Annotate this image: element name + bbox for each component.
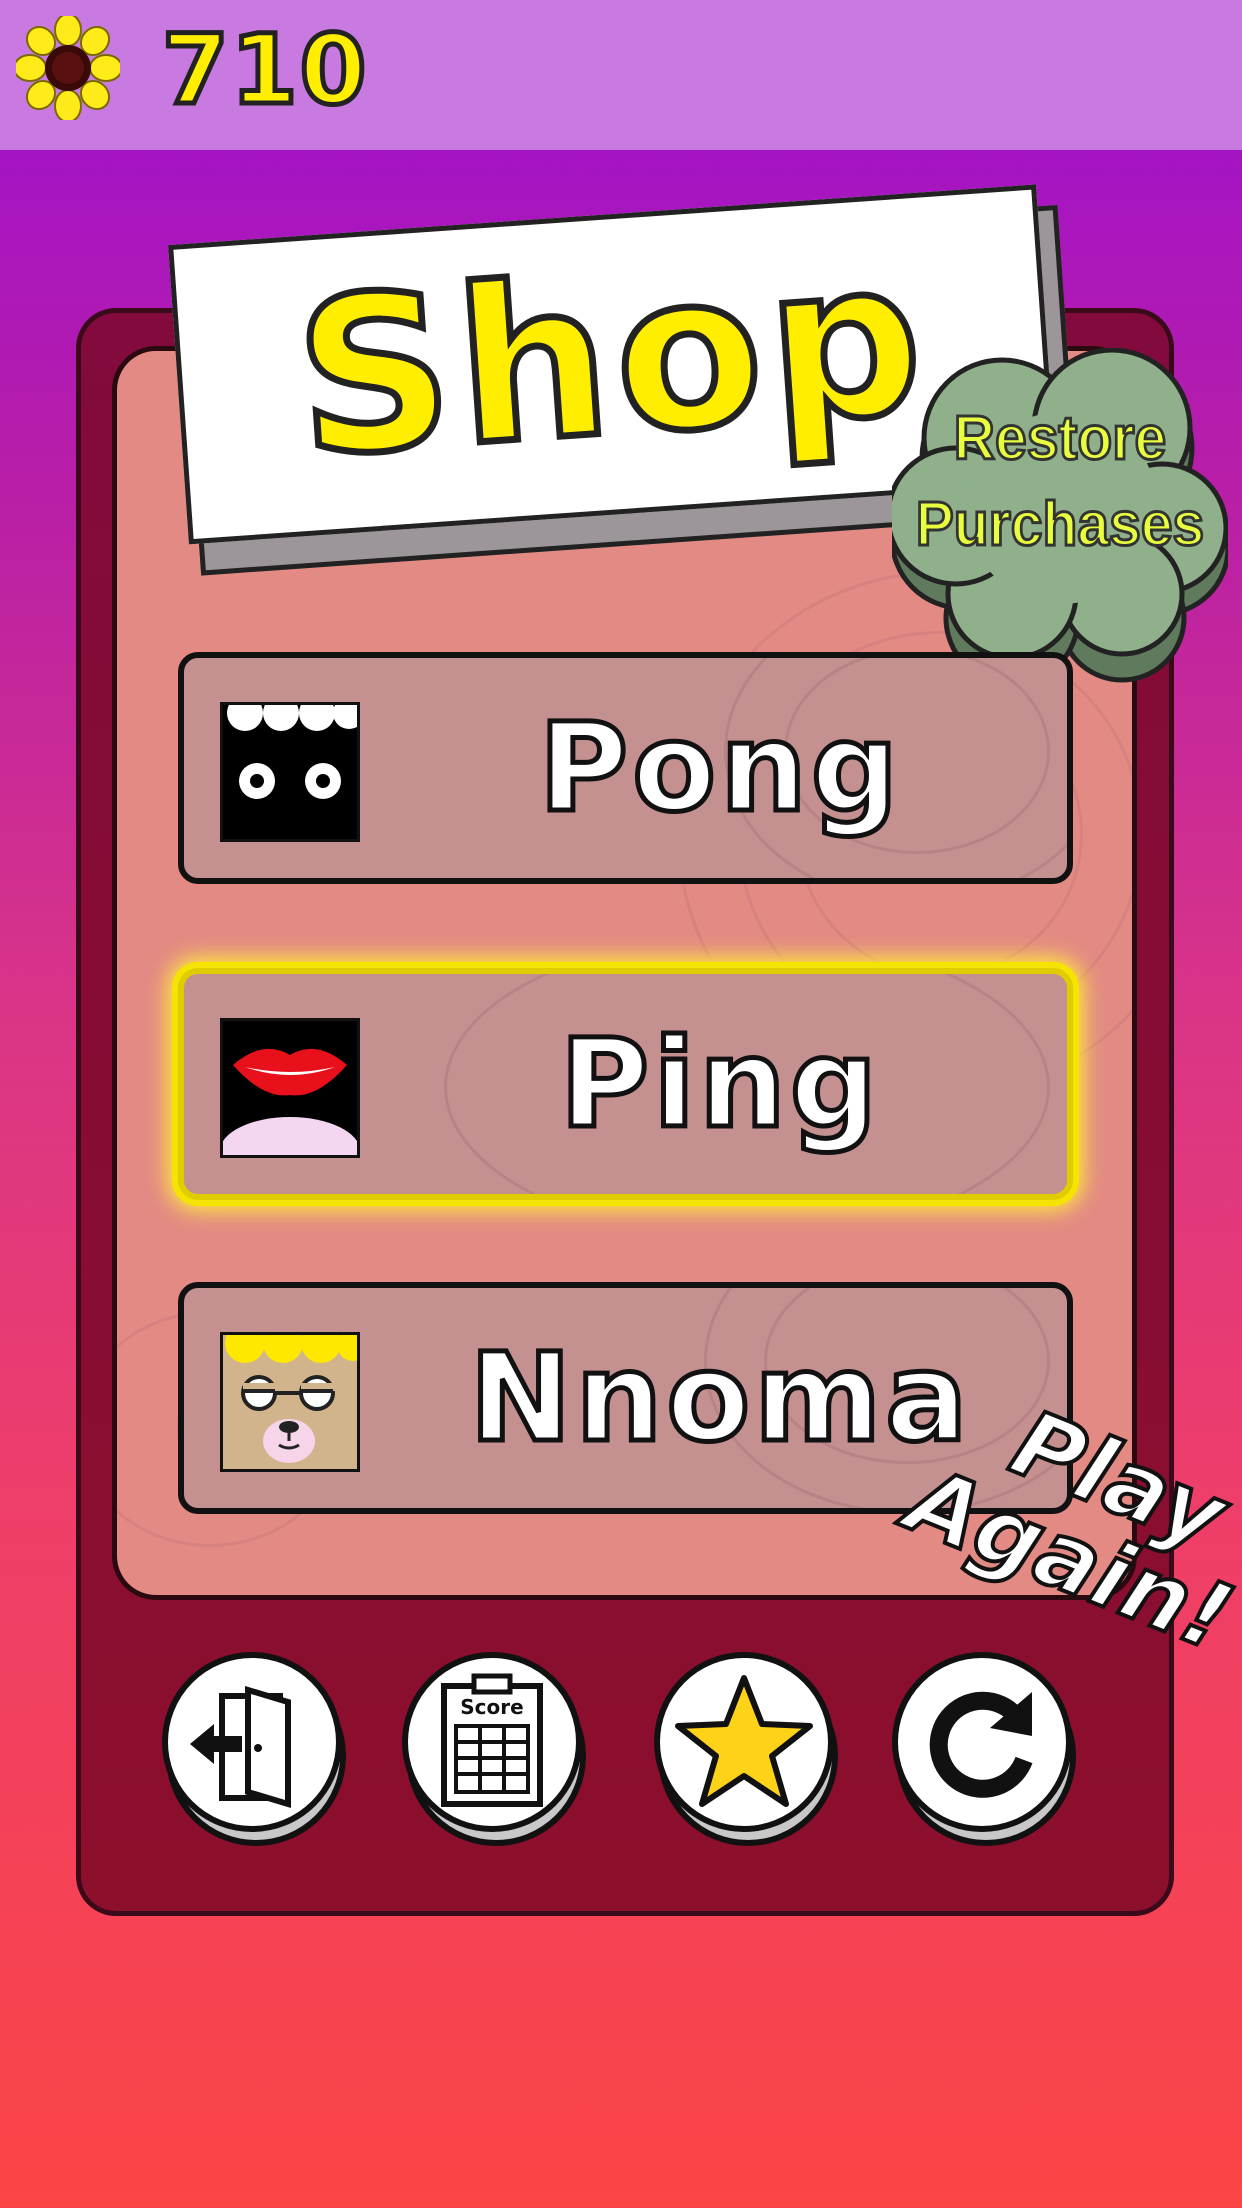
restart-button[interactable] (892, 1652, 1076, 1846)
character-item-ping[interactable]: Ping (178, 968, 1073, 1200)
sunflower-icon (16, 16, 120, 120)
nnoma-character-icon (220, 1332, 360, 1472)
pong-character-icon (220, 702, 360, 842)
restore-purchases-button[interactable]: Restore Purchases (892, 348, 1228, 688)
restart-icon (929, 1691, 1033, 1798)
score-button[interactable]: Score (402, 1652, 586, 1846)
character-name: Pong (536, 695, 903, 842)
ping-character-icon (220, 1018, 360, 1158)
restore-label-line2: Purchases (914, 489, 1205, 561)
character-name: Ping (557, 1011, 882, 1158)
star-icon (675, 1675, 813, 1807)
exit-door-icon (190, 1685, 291, 1809)
exit-button[interactable] (162, 1652, 346, 1846)
scoreboard-icon: Score (441, 1673, 543, 1807)
coin-count: 710 (159, 12, 369, 129)
character-item-pong[interactable]: Pong (178, 652, 1073, 884)
score-label: Score (460, 1695, 523, 1719)
restore-label-line1: Restore (952, 403, 1167, 475)
top-bar: 710 (0, 0, 1242, 150)
rate-button[interactable] (654, 1652, 838, 1846)
